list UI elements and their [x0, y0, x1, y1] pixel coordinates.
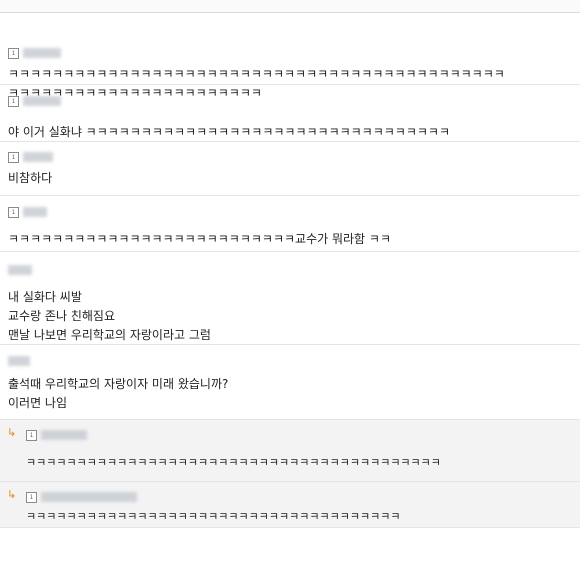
reply-text: ㅋㅋㅋㅋㅋㅋㅋㅋㅋㅋㅋㅋㅋㅋㅋㅋㅋㅋㅋㅋㅋㅋㅋㅋㅋㅋㅋㅋㅋㅋㅋㅋㅋㅋㅋㅋㅋ — [26, 510, 401, 523]
author-name-blurred[interactable] — [8, 356, 30, 366]
comment-item: i ㅋㅋㅋㅋㅋㅋㅋㅋㅋㅋㅋㅋㅋㅋㅋㅋㅋㅋㅋㅋㅋㅋㅋㅋㅋㅋ교수가 뭐라함 ㅋㅋ — [0, 196, 580, 252]
info-icon[interactable]: i — [8, 95, 19, 107]
comment-meta — [8, 262, 572, 278]
info-icon[interactable]: i — [8, 47, 19, 59]
author-name-blurred[interactable] — [23, 152, 53, 162]
comment-meta: i — [8, 93, 572, 109]
info-icon[interactable]: i — [26, 429, 37, 441]
author-name-blurred[interactable] — [23, 207, 47, 217]
reply-arrow-icon: ↳ — [7, 488, 17, 501]
author-name-blurred[interactable] — [41, 430, 87, 440]
comment-item: i ㅋㅋㅋㅋㅋㅋㅋㅋㅋㅋㅋㅋㅋㅋㅋㅋㅋㅋㅋㅋㅋㅋㅋㅋㅋㅋㅋㅋㅋㅋㅋㅋㅋㅋㅋㅋㅋㅋ… — [0, 13, 580, 100]
reply-arrow-icon: ↳ — [7, 426, 17, 439]
author-name-blurred[interactable] — [23, 48, 61, 58]
comment-item: i 비참하다 — [0, 142, 580, 196]
comment-item: 출석때 우리학교의 자랑이자 미래 왔습니까? 이러면 나임 — [0, 345, 580, 420]
comment-text: 출석때 우리학교의 자랑이자 미래 왔습니까? 이러면 나임 — [8, 377, 229, 410]
info-icon[interactable]: i — [8, 206, 19, 218]
comment-meta: i — [8, 45, 572, 61]
comment-text: 비참하다 — [8, 171, 53, 185]
comment-text: ㅋㅋㅋㅋㅋㅋㅋㅋㅋㅋㅋㅋㅋㅋㅋㅋㅋㅋㅋㅋㅋㅋㅋㅋㅋㅋ교수가 뭐라함 ㅋㅋ — [8, 232, 391, 246]
comment-meta: i — [8, 149, 572, 165]
author-name-blurred[interactable] — [8, 265, 32, 275]
comment-meta: i — [8, 204, 572, 220]
comment-item: 내 실화다 씨발 교수랑 존나 친해짐요 맨날 나보면 우리학교의 자랑이라고 … — [0, 252, 580, 345]
top-bar — [0, 0, 580, 13]
comment-text: 내 실화다 씨발 교수랑 존나 친해짐요 맨날 나보면 우리학교의 자랑이라고 … — [8, 290, 211, 342]
comment-meta: i — [26, 427, 572, 443]
author-name-blurred[interactable] — [41, 492, 137, 502]
comment-meta: i — [26, 489, 572, 505]
reply-text: ㅋㅋㅋㅋㅋㅋㅋㅋㅋㅋㅋㅋㅋㅋㅋㅋㅋㅋㅋㅋㅋㅋㅋㅋㅋㅋㅋㅋㅋㅋㅋㅋㅋㅋㅋㅋㅋㅋㅋㅋ… — [26, 456, 441, 469]
info-icon[interactable]: i — [8, 151, 19, 163]
author-name-blurred[interactable] — [23, 96, 61, 106]
comment-meta — [8, 353, 572, 369]
comment-item: i 야 이거 실화냐 ㅋㅋㅋㅋㅋㅋㅋㅋㅋㅋㅋㅋㅋㅋㅋㅋㅋㅋㅋㅋㅋㅋㅋㅋㅋㅋㅋㅋㅋ… — [0, 85, 580, 142]
comment-text: 야 이거 실화냐 ㅋㅋㅋㅋㅋㅋㅋㅋㅋㅋㅋㅋㅋㅋㅋㅋㅋㅋㅋㅋㅋㅋㅋㅋㅋㅋㅋㅋㅋㅋㅋ… — [8, 125, 451, 139]
info-icon[interactable]: i — [26, 491, 37, 503]
reply-item: ↳ i ㅋㅋㅋㅋㅋㅋㅋㅋㅋㅋㅋㅋㅋㅋㅋㅋㅋㅋㅋㅋㅋㅋㅋㅋㅋㅋㅋㅋㅋㅋㅋㅋㅋㅋㅋㅋ… — [0, 420, 580, 482]
reply-item: ↳ i ㅋㅋㅋㅋㅋㅋㅋㅋㅋㅋㅋㅋㅋㅋㅋㅋㅋㅋㅋㅋㅋㅋㅋㅋㅋㅋㅋㅋㅋㅋㅋㅋㅋㅋㅋㅋ… — [0, 482, 580, 528]
